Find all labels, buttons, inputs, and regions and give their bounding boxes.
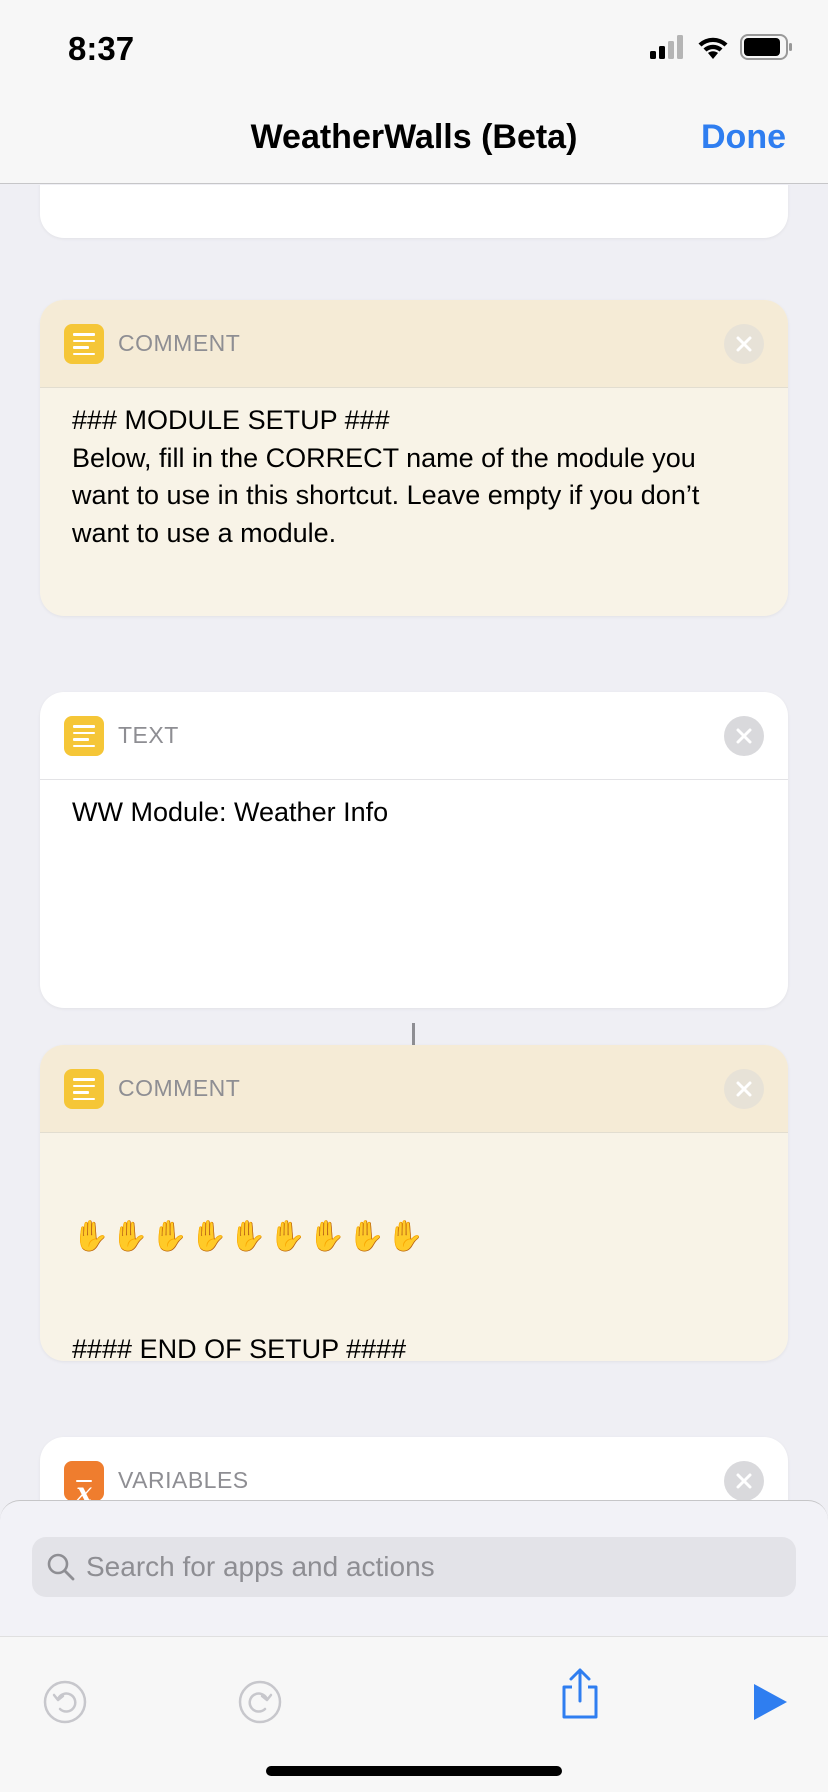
action-search-sheet[interactable] xyxy=(0,1500,828,1636)
comment-body[interactable]: ✋✋✋✋✋✋✋✋✋ #### END OF SETUP #### If you … xyxy=(40,1133,788,1361)
remove-action-button[interactable] xyxy=(724,1461,764,1500)
action-label: VARIABLES xyxy=(118,1467,249,1493)
action-header: TEXT xyxy=(40,692,788,780)
status-bar: 8:37 xyxy=(0,0,828,92)
action-connector xyxy=(412,1023,415,1045)
run-button[interactable] xyxy=(745,1677,795,1727)
comment-action-icon xyxy=(64,1069,104,1109)
share-button[interactable] xyxy=(555,1668,605,1719)
close-icon xyxy=(736,336,752,352)
action-header: x VARIABLES xyxy=(40,1437,788,1500)
action-list[interactable]: COMMENT ### MODULE SETUP ### Below, fill… xyxy=(0,185,828,1500)
close-icon xyxy=(736,1081,752,1097)
status-icons xyxy=(650,34,794,60)
search-icon xyxy=(47,1553,75,1581)
variables-action-card[interactable]: x VARIABLES xyxy=(40,1437,788,1500)
action-header: COMMENT xyxy=(40,300,788,388)
variable-x-icon: x xyxy=(76,1477,92,1500)
action-header: COMMENT xyxy=(40,1045,788,1133)
remove-action-button[interactable] xyxy=(724,1069,764,1109)
action-label: COMMENT xyxy=(118,330,241,356)
battery-icon xyxy=(740,34,792,60)
comment-action-card[interactable]: COMMENT ✋✋✋✋✋✋✋✋✋ #### END OF SETUP ####… xyxy=(40,1045,788,1361)
close-icon xyxy=(736,1473,752,1489)
text-action-icon xyxy=(64,716,104,756)
redo-icon xyxy=(238,1680,282,1724)
home-indicator[interactable] xyxy=(266,1766,562,1776)
search-field[interactable] xyxy=(32,1537,796,1597)
wifi-icon xyxy=(698,37,728,59)
variables-action-icon: x xyxy=(64,1461,104,1500)
close-icon xyxy=(736,728,752,744)
share-icon xyxy=(562,1668,598,1719)
comment-text[interactable]: ### MODULE SETUP ### Below, fill in the … xyxy=(40,388,788,552)
comment-text: #### END OF SETUP #### If you want to up… xyxy=(72,1334,407,1361)
undo-icon xyxy=(43,1680,87,1724)
action-label: COMMENT xyxy=(118,1075,241,1101)
remove-action-button[interactable] xyxy=(724,324,764,364)
raised-hand-emoji-row: ✋✋✋✋✋✋✋✋✋ xyxy=(72,1220,427,1253)
undo-button[interactable] xyxy=(40,1677,90,1727)
comment-action-icon xyxy=(64,324,104,364)
comment-action-card[interactable]: COMMENT ### MODULE SETUP ### Below, fill… xyxy=(40,300,788,616)
play-icon xyxy=(754,1684,787,1720)
done-button[interactable]: Done xyxy=(701,118,786,157)
redo-button[interactable] xyxy=(235,1677,285,1727)
action-label: TEXT xyxy=(118,722,179,748)
previous-action-card[interactable] xyxy=(40,185,788,238)
text-value[interactable]: WW Module: Weather Info xyxy=(40,780,788,832)
navigation-bar: WeatherWalls (Beta) Done xyxy=(0,92,828,184)
remove-action-button[interactable] xyxy=(724,716,764,756)
cellular-signal-icon xyxy=(650,35,683,59)
text-action-card[interactable]: TEXT WW Module: Weather Info xyxy=(40,692,788,1008)
status-time: 8:37 xyxy=(68,30,135,67)
search-input[interactable] xyxy=(86,1551,766,1583)
